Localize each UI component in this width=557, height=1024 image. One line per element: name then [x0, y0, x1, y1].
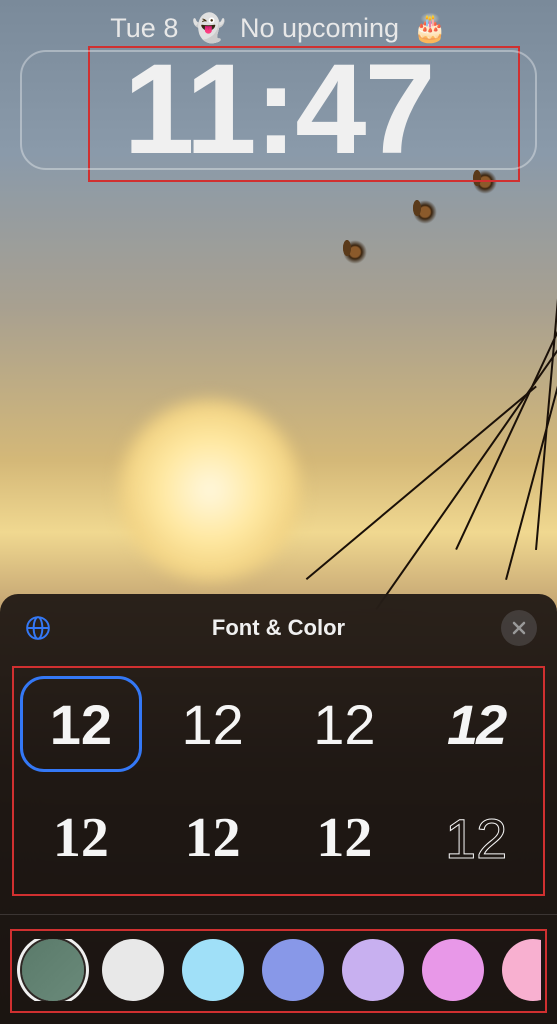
color-swatch-magenta[interactable] [422, 939, 484, 1001]
globe-icon [25, 615, 51, 641]
color-swatch-white[interactable] [102, 939, 164, 1001]
clock-widget[interactable]: 11:47 [20, 50, 537, 170]
close-button[interactable] [501, 610, 537, 646]
clock-time: 11:47 [123, 46, 433, 174]
font-option-outline-thin[interactable]: 12 [415, 790, 537, 886]
sheet-title: Font & Color [212, 615, 345, 641]
font-option-sans-light[interactable]: 12 [152, 676, 274, 772]
font-option-serif-bold[interactable]: 12 [152, 790, 274, 886]
color-swatch-lavender[interactable] [342, 939, 404, 1001]
color-swatch-periwinkle[interactable] [262, 939, 324, 1001]
font-option-stencil-bold[interactable]: 12 [415, 676, 537, 772]
annotation-box-colors [10, 929, 547, 1013]
color-swatch-light-blue[interactable] [182, 939, 244, 1001]
language-button[interactable] [20, 610, 56, 646]
font-option-sans-bold[interactable]: 12 [20, 676, 142, 772]
color-swatch-dynamic[interactable] [22, 939, 84, 1001]
font-option-serif-black[interactable]: 12 [284, 790, 406, 886]
divider [0, 914, 557, 915]
font-option-serif-semibold[interactable]: 12 [20, 790, 142, 886]
font-color-sheet: Font & Color 12 12 12 12 12 12 12 12 [0, 594, 557, 1024]
color-swatch-pink[interactable] [502, 939, 541, 1001]
font-option-sans-regular[interactable]: 12 [284, 676, 406, 772]
font-grid: 12 12 12 12 12 12 12 12 [20, 676, 537, 886]
sheet-header: Font & Color [16, 610, 541, 646]
close-icon [512, 621, 526, 635]
annotation-box-fonts: 12 12 12 12 12 12 12 12 [12, 666, 545, 896]
color-row [16, 939, 541, 1001]
